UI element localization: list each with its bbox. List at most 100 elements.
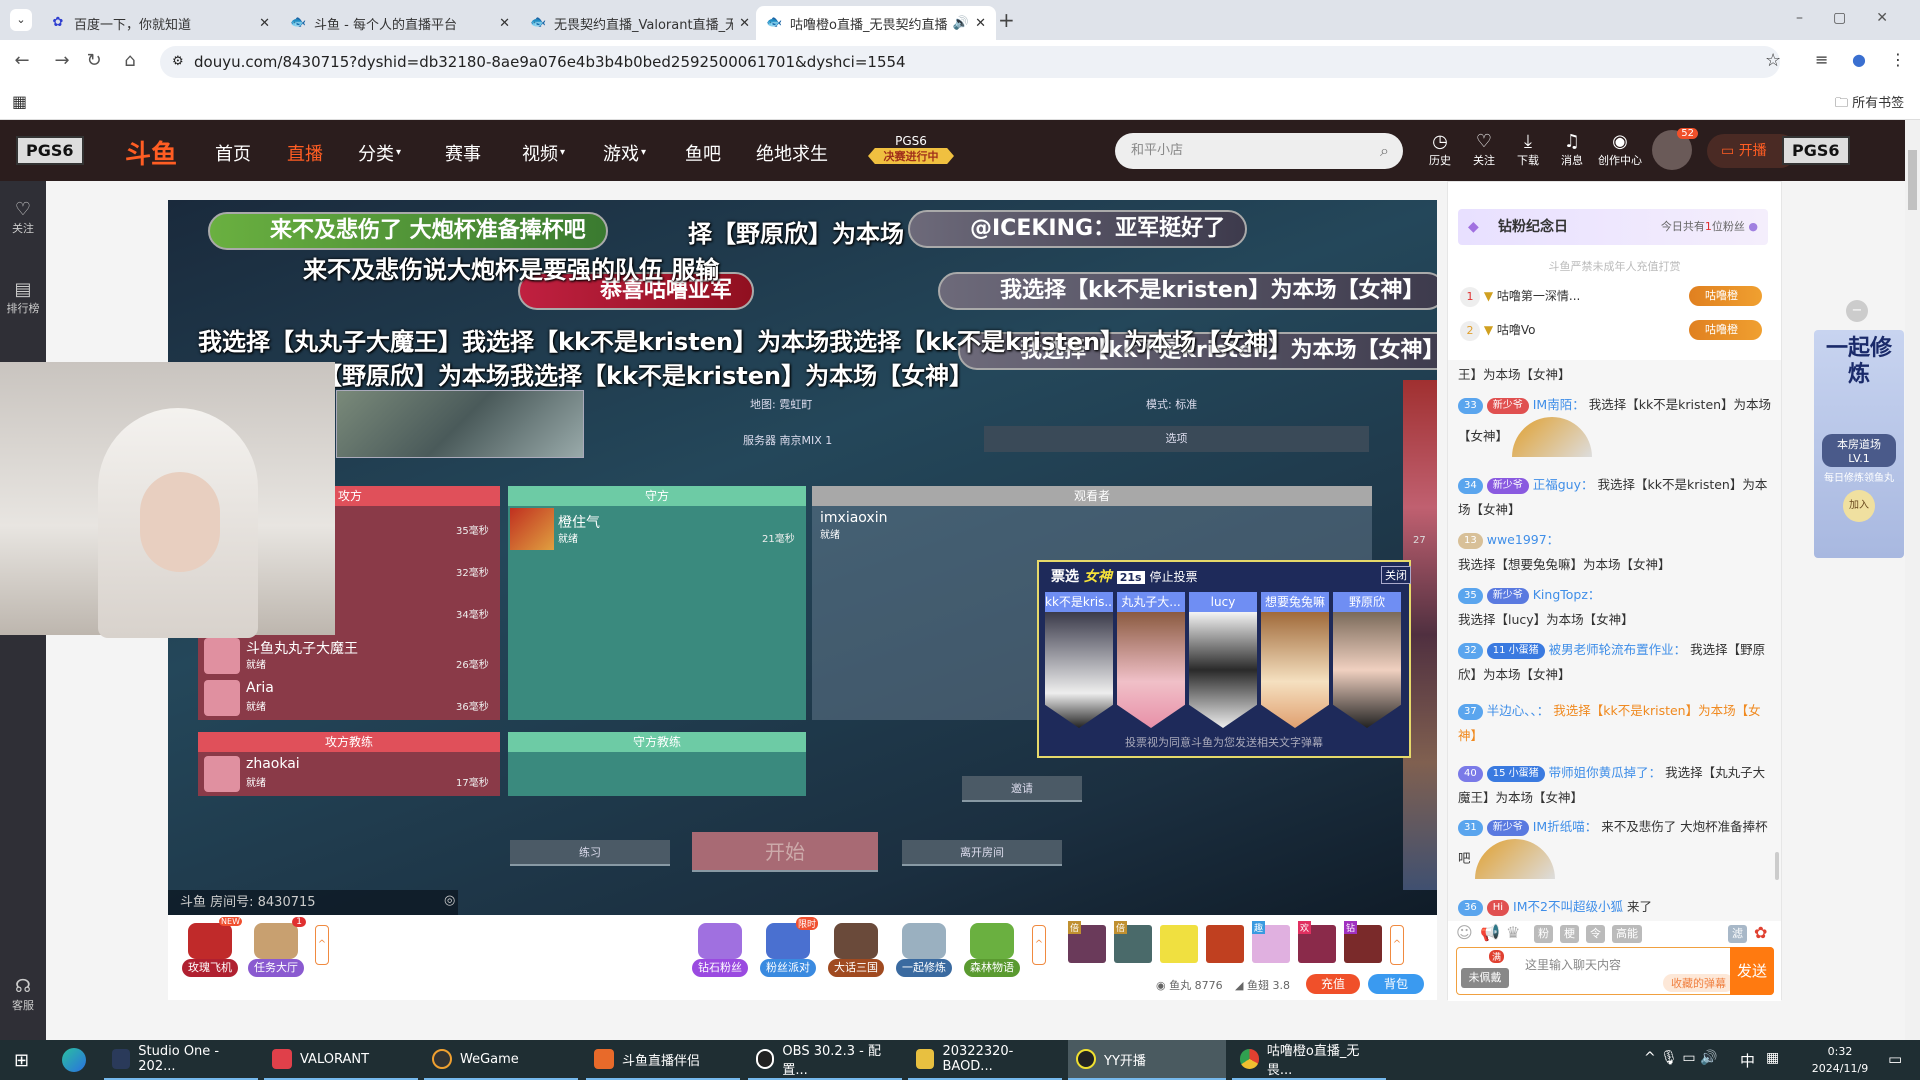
back-icon[interactable]: ← [10,50,34,71]
start-button[interactable]: 开始 [692,832,878,872]
vote-candidate[interactable]: 野原欣 [1333,592,1401,728]
sidebar-item-follow[interactable]: ♡ 关注 [0,199,46,236]
crown-a-icon[interactable]: ♛ [1506,923,1520,942]
avatar[interactable]: 52 [1652,128,1698,170]
close-icon[interactable]: ✕ [739,16,750,31]
page-scrollbar[interactable] [1905,120,1920,1040]
chat-scrollbar[interactable] [1775,852,1779,880]
tray-icons[interactable]: ^ 🎙 ▭ 🔊 [1644,1050,1718,1066]
gift-item[interactable]: 欢 [1298,921,1336,963]
home-icon[interactable]: ⌂ [118,50,142,71]
nav-live[interactable]: 直播 [287,140,323,166]
tab-search-button[interactable]: ⌄ [10,9,32,31]
join-button[interactable]: 加入 [1843,490,1875,522]
taskbar-app[interactable]: WeGame [424,1040,578,1080]
recharge-button[interactable]: 充值 [1306,974,1360,994]
all-bookmarks[interactable]: 🗀 所有书签 [1835,92,1904,116]
nav-history[interactable]: ◷ 历史 [1418,132,1462,168]
gift-rose-plane[interactable]: 玫瑰飞机 NEW [182,917,242,977]
clock[interactable]: 0:32 2024/11/9 [1800,1043,1880,1077]
invite-button[interactable]: 邀请 [962,776,1082,802]
notification-icon[interactable]: ▭ [1888,1050,1902,1068]
options-button[interactable]: 选项 [984,426,1369,452]
reload-icon[interactable]: ↻ [82,50,106,71]
backpack-button[interactable]: 背包 [1368,974,1424,994]
media-icon[interactable]: ≡ [1815,50,1828,69]
nav-home[interactable]: 首页 [215,140,251,166]
star-icon[interactable]: ☆ [1765,50,1781,71]
windows-start-icon[interactable]: ⊞ [14,1050,29,1071]
nav-category[interactable]: 分类 [358,140,394,166]
gift-cultivate[interactable]: 一起修炼 [896,923,952,977]
gift-item[interactable]: 倍 [1114,921,1152,963]
tab-douyu-home[interactable]: 🐟 斗鱼 - 每个人的直播平台 ✕ [280,6,520,40]
close-icon[interactable]: ✕ [975,16,986,31]
menu-icon[interactable]: ⋮ [1890,50,1906,69]
keyboard-icon[interactable]: ▦ [1766,1050,1779,1066]
cultivate-banner[interactable]: − 一起修炼 本房道场 LV.1 每日修炼领鱼丸 加入 [1812,300,1906,560]
megaphone-icon[interactable]: 📢 [1480,923,1500,942]
close-icon[interactable]: ✕ [499,16,510,31]
gift-three-kingdoms[interactable]: 大话三国 [828,923,884,977]
nav-download[interactable]: ⤓ 下载 [1506,132,1550,168]
pgs-logo[interactable]: PGS6 [16,136,84,165]
url-input[interactable]: ⚙ douyu.com/8430715?dyshid=db32180-8ae9a0… [160,46,1780,78]
gift-item[interactable] [1160,925,1198,963]
window-controls[interactable]: –▢✕ [1796,10,1918,26]
fan-tool[interactable]: 粉 [1534,925,1553,943]
taskbar-app[interactable]: OBS 30.2.3 - 配置... [748,1040,902,1080]
edge-icon[interactable] [62,1048,86,1072]
fan-anniversary-banner[interactable]: ◆ 钻粉纪念日 今日共有1位粉丝 ● [1458,209,1768,245]
gift-item[interactable] [1206,925,1244,963]
vote-candidate[interactable]: lucy [1189,592,1257,728]
vote-close-button[interactable]: 关闭 [1381,566,1411,584]
tab-current-stream[interactable]: 🐟 咕噜橙o直播_无畏契约直播 🔊 ✕ [756,6,996,40]
search-icon[interactable]: ⌕ [1380,133,1389,169]
nav-events[interactable]: 赛事 [445,140,481,166]
taskbar-app[interactable]: YY开播 [1068,1040,1226,1080]
vote-candidate[interactable]: 丸丸子大... [1117,592,1185,728]
emoji-icon[interactable]: ☺ [1456,923,1473,942]
nav-follow[interactable]: ♡ 关注 [1462,132,1506,168]
nav-messages[interactable]: ♫ 消息 [1550,132,1594,168]
nav-games[interactable]: 游戏 [603,140,639,166]
nav-fishbar[interactable]: 鱼吧 [685,140,721,166]
filter-tool[interactable]: 滤 [1728,925,1747,943]
ranking-row[interactable]: 1 ▼ 咕噜第一深情... 咕噜橙 [1460,284,1770,308]
tab-valorant[interactable]: 🐟 无畏契约直播_Valorant直播_无 ✕ [520,6,760,40]
expand-button[interactable]: ^ [1032,925,1046,965]
site-info-icon[interactable]: ⚙ [172,46,184,78]
pgs-promo[interactable]: PGS6 决赛进行中 [868,134,954,164]
close-icon[interactable]: ✕ [259,16,270,31]
video-player[interactable]: 地图: 霓虹町 模式: 标准 服务器 南京MIX 1 选项 攻方 35毫秒 32… [168,200,1437,915]
apps-grid-icon[interactable]: ▦ [12,92,27,111]
gift-item[interactable]: 钻 [1344,921,1382,963]
new-tab-button[interactable]: + [998,8,1015,32]
practice-button[interactable]: 练习 [510,840,670,866]
send-button[interactable]: 发送 [1730,947,1774,995]
sidebar-item-ranking[interactable]: ▤ 排行榜 [0,279,46,316]
gift-forest-story[interactable]: 森林物语 [964,923,1020,977]
gift-item[interactable]: 趣 [1252,921,1290,963]
expand-button[interactable]: ^ [315,925,329,965]
gift-task-hall[interactable]: 任务大厅 1 [248,917,306,977]
search-input[interactable]: 和平小店 ⌕ [1115,133,1403,169]
chat-input[interactable]: 这里输入聊天内容 [1525,956,1621,973]
gift-fan-party[interactable]: 粉丝派对 限时 [760,917,818,977]
sidebar-item-support[interactable]: ☊ 客服 [0,976,46,1013]
meme-tool[interactable]: 梗 [1560,925,1579,943]
saved-danmaku-button[interactable]: 收藏的弹幕 [1663,974,1734,992]
expand-button[interactable]: ^ [1390,925,1404,965]
tab-baidu[interactable]: ✿ 百度一下，你就知道 ✕ [40,6,280,40]
douyu-logo[interactable]: 斗鱼 [125,134,177,171]
command-tool[interactable]: 令 [1586,925,1605,943]
nav-pubg[interactable]: 绝地求生 [756,140,828,166]
taskbar-app[interactable]: 20322320-BAOD... [908,1040,1062,1080]
block-icon[interactable]: ✿ [1754,923,1767,942]
gift-diamond-fans[interactable]: 钻石粉丝 [692,923,748,977]
ime-indicator[interactable]: 中 [1740,1050,1755,1071]
minimize-icon[interactable]: − [1846,300,1868,322]
taskbar-app[interactable]: 斗鱼直播伴侣 [586,1040,740,1080]
pgs-banner[interactable]: PGS6 [1782,136,1850,165]
profile-icon[interactable]: ● [1852,50,1866,69]
